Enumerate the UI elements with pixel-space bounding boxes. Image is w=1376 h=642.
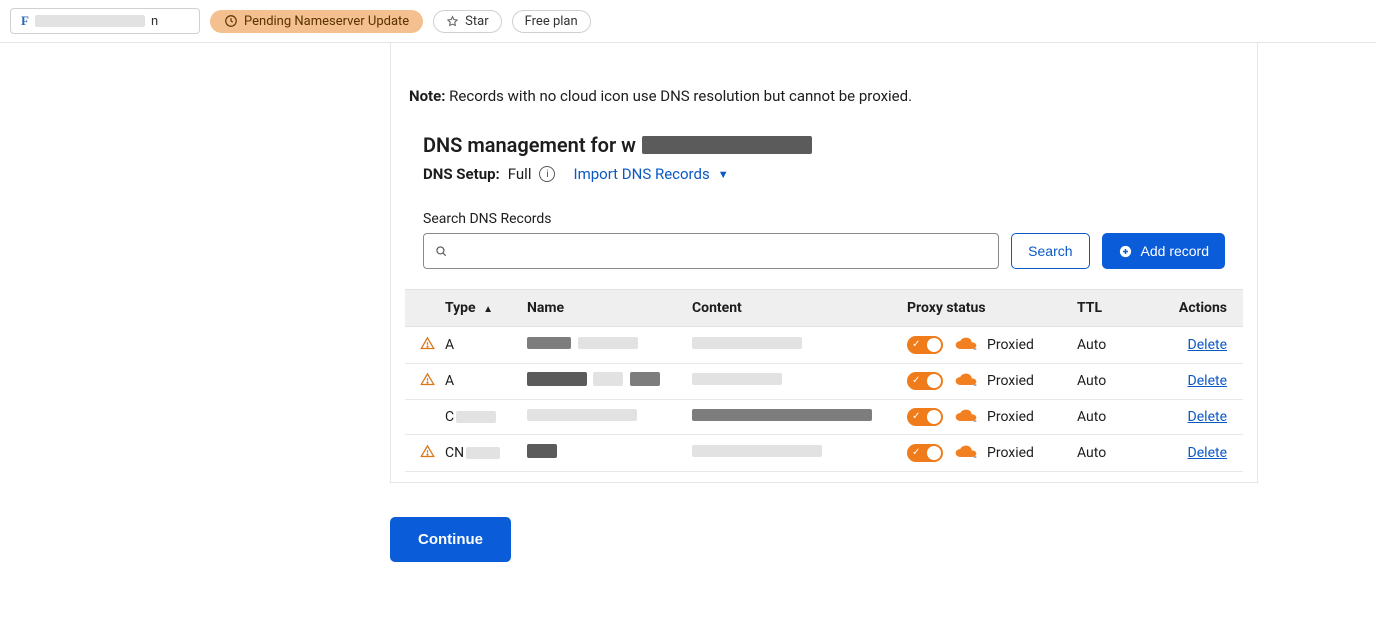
proxy-toggle[interactable]: ✓ <box>907 408 943 426</box>
table-row[interactable]: C ✓ <box>405 400 1243 435</box>
note-text: Note: Records with no cloud icon use DNS… <box>409 87 1239 105</box>
search-button-label: Search <box>1028 243 1072 259</box>
logo-glyph: F <box>21 13 29 29</box>
dns-setup-row: DNS Setup: Full i Import DNS Records ▼ <box>423 165 1225 183</box>
table-row[interactable]: A ✓ <box>405 327 1243 364</box>
col-proxy[interactable]: Proxy status <box>897 290 1067 327</box>
search-input[interactable] <box>448 243 988 259</box>
proxy-cell: ✓ Proxied <box>907 444 1057 462</box>
cell-type: A <box>435 327 517 364</box>
proxy-status-label: Proxied <box>987 445 1034 461</box>
table-row[interactable]: CN ✓ <box>405 435 1243 472</box>
import-dns-link[interactable]: Import DNS Records ▼ <box>573 165 728 183</box>
proxy-status-label: Proxied <box>987 409 1034 425</box>
search-button[interactable]: Search <box>1011 233 1089 269</box>
col-ttl[interactable]: TTL <box>1067 290 1147 327</box>
cloud-icon <box>953 337 981 353</box>
warning-icon <box>419 335 435 351</box>
proxy-toggle[interactable]: ✓ <box>907 372 943 390</box>
content-area: Note: Records with no cloud icon use DNS… <box>0 43 1376 562</box>
add-record-button[interactable]: Add record <box>1102 233 1225 269</box>
star-button[interactable]: Star <box>433 10 501 33</box>
search-row: Search Add record <box>423 233 1225 269</box>
cell-name <box>517 400 682 435</box>
search-icon <box>434 244 448 258</box>
warning-icon <box>419 443 435 459</box>
col-warning <box>405 290 435 327</box>
status-pending-label: Pending Nameserver Update <box>244 14 409 29</box>
star-icon <box>446 15 459 28</box>
continue-wrap: Continue <box>390 517 1258 562</box>
proxy-status-label: Proxied <box>987 337 1034 353</box>
topbar: F n Pending Nameserver Update Star Free … <box>0 0 1376 43</box>
dns-heading-prefix: DNS management for w <box>423 133 636 157</box>
dns-records-table: Type ▲ Name Content Proxy status TTL Act… <box>405 289 1243 472</box>
dns-setup-value: Full <box>508 165 532 183</box>
cell-content <box>682 363 897 400</box>
proxy-cell: ✓ Proxied <box>907 408 1057 426</box>
domain-name-tail: n <box>151 14 158 29</box>
info-icon[interactable]: i <box>539 166 555 182</box>
table-header-row: Type ▲ Name Content Proxy status TTL Act… <box>405 290 1243 327</box>
continue-button[interactable]: Continue <box>390 517 511 562</box>
domain-name-redacted <box>35 15 145 27</box>
cell-name <box>517 435 682 472</box>
cell-name <box>517 363 682 400</box>
proxy-toggle[interactable]: ✓ <box>907 336 943 354</box>
dns-heading: DNS management for w <box>423 133 1225 157</box>
proxy-toggle[interactable]: ✓ <box>907 444 943 462</box>
cell-name <box>517 327 682 364</box>
cell-content <box>682 435 897 472</box>
chevron-down-icon: ▼ <box>718 168 729 181</box>
star-label: Star <box>465 14 488 29</box>
proxy-cell: ✓ Proxied <box>907 336 1057 354</box>
dns-setup-label: DNS Setup: <box>423 165 500 183</box>
col-type[interactable]: Type ▲ <box>435 290 517 327</box>
cell-ttl: Auto <box>1067 327 1147 364</box>
cloud-icon <box>953 445 981 461</box>
proxy-status-label: Proxied <box>987 373 1034 389</box>
add-record-label: Add record <box>1141 243 1209 259</box>
cloud-icon <box>953 373 981 389</box>
cell-type: A <box>435 363 517 400</box>
delete-link[interactable]: Delete <box>1188 409 1227 425</box>
plan-label: Free plan <box>525 14 578 29</box>
cell-type: CN <box>435 435 517 472</box>
plus-circle-icon <box>1118 244 1133 259</box>
domain-selector[interactable]: F n <box>10 8 200 34</box>
note-prefix: Note: <box>409 87 445 105</box>
col-type-label: Type <box>445 300 476 316</box>
cell-ttl: Auto <box>1067 400 1147 435</box>
cell-ttl: Auto <box>1067 363 1147 400</box>
col-actions: Actions <box>1147 290 1243 327</box>
import-dns-label: Import DNS Records <box>573 165 709 183</box>
cell-type: C <box>435 400 517 435</box>
dns-heading-redacted <box>642 136 812 154</box>
cell-content <box>682 400 897 435</box>
cloud-icon <box>953 409 981 425</box>
plan-badge[interactable]: Free plan <box>512 10 591 33</box>
delete-link[interactable]: Delete <box>1188 337 1227 353</box>
status-pending-badge: Pending Nameserver Update <box>210 10 423 33</box>
search-label: Search DNS Records <box>423 211 1225 227</box>
dns-card: Note: Records with no cloud icon use DNS… <box>390 43 1258 483</box>
delete-link[interactable]: Delete <box>1188 373 1227 389</box>
cell-ttl: Auto <box>1067 435 1147 472</box>
proxy-cell: ✓ Proxied <box>907 372 1057 390</box>
continue-label: Continue <box>418 531 483 548</box>
note-body: Records with no cloud icon use DNS resol… <box>445 87 912 105</box>
table-row[interactable]: A ✓ <box>405 363 1243 400</box>
col-content[interactable]: Content <box>682 290 897 327</box>
cell-content <box>682 327 897 364</box>
sort-asc-icon: ▲ <box>483 304 493 315</box>
delete-link[interactable]: Delete <box>1188 445 1227 461</box>
search-box[interactable] <box>423 233 999 269</box>
clock-icon <box>224 14 238 28</box>
col-name[interactable]: Name <box>517 290 682 327</box>
warning-icon <box>419 372 435 388</box>
